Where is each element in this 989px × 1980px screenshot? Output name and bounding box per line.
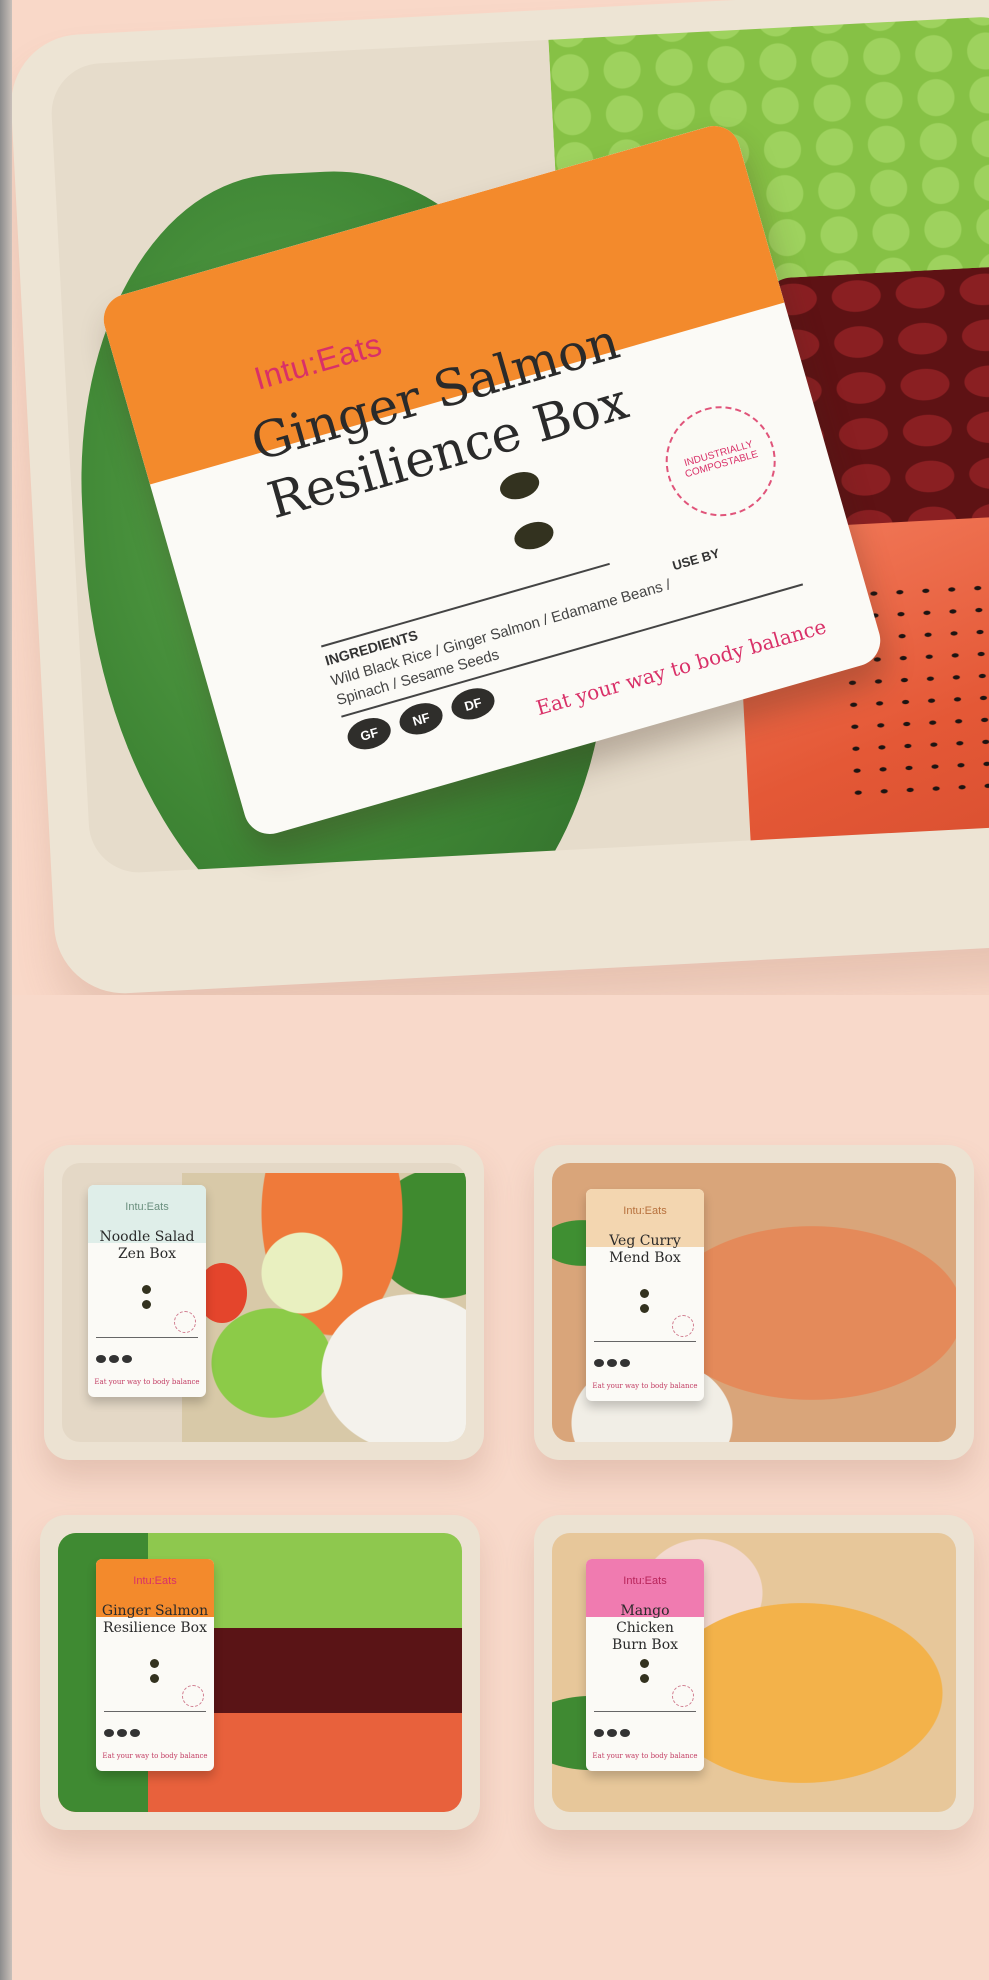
box-mango-chicken: Intu:Eats Mango Chicken Burn Box Eat you…: [534, 1515, 974, 1830]
compostable-seal-icon: [174, 1311, 196, 1333]
label-holes: [640, 1659, 649, 1689]
divider: [594, 1711, 696, 1712]
hole: [150, 1674, 159, 1683]
divider: [104, 1711, 206, 1712]
label-brand: Intu:Eats: [133, 1575, 177, 1587]
compostable-seal-icon: [182, 1685, 204, 1707]
label-title-line2: Mend Box: [609, 1250, 681, 1266]
hole: [640, 1674, 649, 1683]
diet-badges: [594, 1729, 630, 1737]
divider: [594, 1341, 696, 1342]
box-noodle-salad: Intu:Eats Noodle Salad Zen Box Eat your …: [44, 1145, 484, 1460]
compostable-seal-icon: [672, 1685, 694, 1707]
label-slogan: Eat your way to body balance: [102, 1752, 208, 1760]
hole: [142, 1285, 151, 1294]
label-title-line1: Noodle Salad: [99, 1229, 195, 1245]
badge: [117, 1729, 127, 1737]
use-by-label: USE BY: [670, 545, 722, 574]
label-holes: [142, 1285, 151, 1315]
hole: [511, 517, 557, 554]
label-title: Noodle Salad Zen Box: [92, 1229, 202, 1263]
hole: [496, 467, 543, 504]
label-title-line1: Veg Curry: [609, 1233, 681, 1249]
label-card: Intu:Eats Veg Curry Mend Box Eat your wa…: [586, 1189, 704, 1401]
badge: [96, 1355, 106, 1363]
label-title-line2: Resilience Box: [103, 1620, 207, 1636]
label-slogan: Eat your way to body balance: [94, 1378, 200, 1386]
badge: [109, 1355, 119, 1363]
label-slogan: Eat your way to body balance: [592, 1382, 698, 1390]
label-brand: Intu:Eats: [623, 1205, 667, 1217]
label-holes: [640, 1289, 649, 1319]
badge: [104, 1729, 114, 1737]
compostable-seal-icon: [672, 1315, 694, 1337]
box-grid-photo: Intu:Eats Noodle Salad Zen Box Eat your …: [12, 995, 989, 1980]
hole: [142, 1300, 151, 1309]
diet-badges: [104, 1729, 140, 1737]
diet-badges: [594, 1359, 630, 1367]
label-title-line2: Burn Box: [611, 1637, 679, 1653]
gf-badge: GF: [343, 713, 395, 755]
label-title: Ginger Salmon Resilience Box: [100, 1603, 210, 1637]
left-edge-strip: [0, 0, 12, 1980]
label-brand: Intu:Eats: [623, 1575, 667, 1587]
diet-badges: [96, 1355, 132, 1363]
badge: [594, 1359, 604, 1367]
label-holes: [150, 1659, 159, 1689]
label-card: Intu:Eats Ginger Salmon Resilience Box E…: [96, 1559, 214, 1771]
hero-photo: Intu:Eats Ginger Salmon Resilience Box I…: [12, 0, 989, 995]
badge: [122, 1355, 132, 1363]
compostable-seal-icon: INDUSTRIALLY COMPOSTABLE: [652, 393, 789, 530]
label-title: Veg Curry Mend Box: [590, 1233, 700, 1267]
label-brand: Intu:Eats: [125, 1201, 169, 1213]
seal-text: INDUSTRIALLY COMPOSTABLE: [682, 438, 760, 481]
box-ginger-salmon: Intu:Eats Ginger Salmon Resilience Box E…: [40, 1515, 480, 1830]
label-card: Intu:Eats Noodle Salad Zen Box Eat your …: [88, 1185, 206, 1397]
badge: [607, 1359, 617, 1367]
badge: [620, 1359, 630, 1367]
label-title-line1: Mango Chicken: [616, 1603, 674, 1636]
badge: [594, 1729, 604, 1737]
hole: [640, 1659, 649, 1668]
df-badge: DF: [447, 683, 499, 725]
label-slogan: Eat your way to body balance: [592, 1752, 698, 1760]
divider: [96, 1337, 198, 1338]
label-title-line2: Zen Box: [117, 1246, 177, 1262]
label-title: Mango Chicken Burn Box: [590, 1603, 700, 1654]
badge: [607, 1729, 617, 1737]
nf-badge: NF: [395, 698, 447, 740]
hole: [640, 1289, 649, 1298]
label-card: Intu:Eats Mango Chicken Burn Box Eat you…: [586, 1559, 704, 1771]
badge: [620, 1729, 630, 1737]
box-veg-curry: Intu:Eats Veg Curry Mend Box Eat your wa…: [534, 1145, 974, 1460]
hero-holes: [496, 467, 564, 579]
label-title-line1: Ginger Salmon: [101, 1603, 209, 1619]
badge: [130, 1729, 140, 1737]
hole: [150, 1659, 159, 1668]
hole: [640, 1304, 649, 1313]
